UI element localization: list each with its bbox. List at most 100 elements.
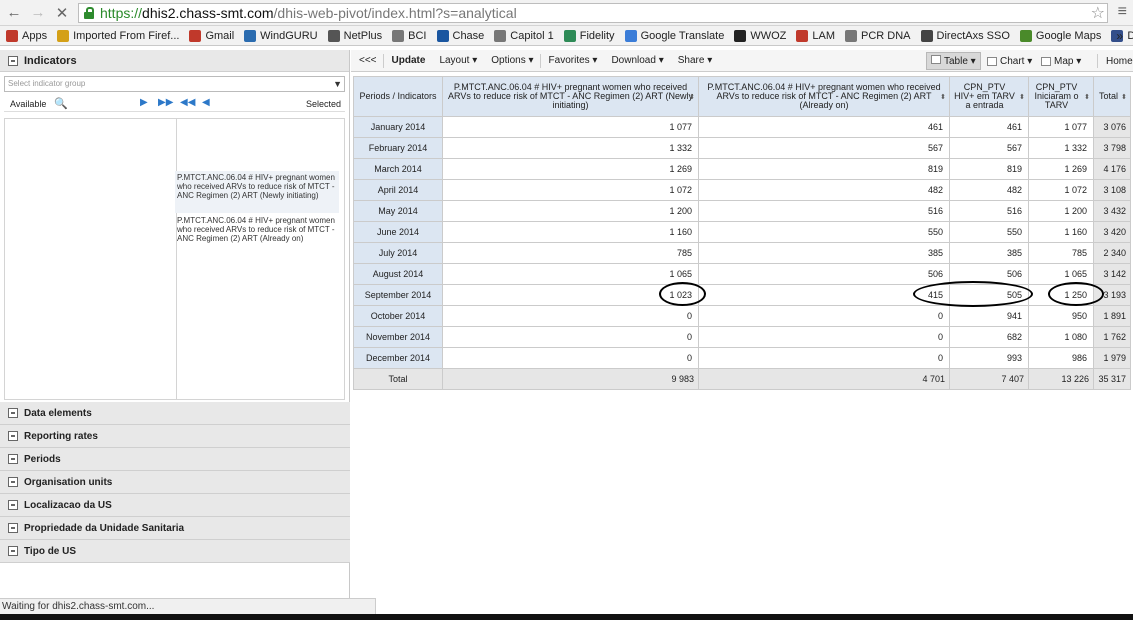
table-cell: 1 077: [442, 116, 699, 138]
section-label: Organisation units: [24, 476, 113, 488]
table-button[interactable]: Table ▾: [926, 52, 981, 70]
chart-button[interactable]: Chart ▾: [1000, 56, 1032, 67]
options-menu[interactable]: Options ▾: [491, 55, 533, 66]
bookmarks-bar: Apps Imported From Firef... Gmail WindGURU N…: [0, 26, 1133, 46]
table-cell: 1 269: [442, 158, 699, 180]
indicator-group-placeholder: Select indicator group: [8, 79, 86, 88]
dimension-section[interactable]: Localizacao da US: [0, 494, 350, 517]
address-bar[interactable]: https://dhis2.chass-smt.com/dhis-web-piv…: [78, 3, 1108, 23]
bookmark-item[interactable]: Google Translate: [624, 29, 724, 42]
bookmark-label: DirectAxs SSO: [936, 29, 1010, 42]
map-button[interactable]: Map ▾: [1054, 56, 1081, 67]
select-one-icon[interactable]: ▶: [140, 97, 148, 108]
row-header: August 2014: [353, 263, 443, 285]
url-host: dhis2.chass-smt.com: [142, 5, 274, 21]
table-cell: 3 798: [1093, 137, 1131, 159]
selected-item[interactable]: P.MTCT.ANC.06.04 # HIV+ pregnant women w…: [175, 171, 339, 213]
row-header: November 2014: [353, 326, 443, 348]
deselect-one-icon[interactable]: ◀: [202, 97, 210, 108]
sort-icon[interactable]: ⬍: [940, 93, 946, 102]
dimension-section[interactable]: Data elements: [0, 402, 350, 425]
favorites-menu[interactable]: Favorites ▾: [549, 55, 598, 66]
bookmark-label: WindGURU: [260, 29, 318, 42]
bookmark-item[interactable]: Chase: [436, 29, 484, 42]
browser-menu-icon[interactable]: ≡: [1118, 3, 1127, 21]
bookmark-item[interactable]: WWOZ: [734, 29, 786, 42]
table-cell: 941: [949, 305, 1029, 327]
table-cell: 3 076: [1093, 116, 1131, 138]
table-cell: 993: [949, 347, 1029, 369]
dimension-section[interactable]: Organisation units: [0, 471, 350, 494]
bookmark-item[interactable]: PCR DNA: [845, 29, 911, 42]
dimension-section[interactable]: Periods: [0, 448, 350, 471]
selected-item[interactable]: P.MTCT.ANC.06.04 # HIV+ pregnant women w…: [175, 214, 339, 254]
stop-icon[interactable]: ✕: [52, 3, 72, 23]
collapse-panel-button[interactable]: <<<: [359, 55, 377, 66]
table-cell: 385: [949, 242, 1029, 264]
total-cell: 35 317: [1093, 368, 1131, 390]
bookmark-icon: [327, 29, 340, 42]
more-bookmarks-button[interactable]: »: [1116, 29, 1123, 43]
column-header[interactable]: P.MTCT.ANC.06.04 # HIV+ pregnant women w…: [698, 76, 950, 117]
bookmark-label: Fidelity: [579, 29, 615, 42]
pivot-toolbar: <<< Update Layout ▾ Options ▾ Favorites …: [351, 50, 1133, 72]
bookmark-item[interactable]: Capitol 1: [494, 29, 554, 42]
bookmark-item[interactable]: BCI: [392, 29, 427, 42]
bookmark-item[interactable]: Imported From Firef...: [57, 29, 179, 42]
dimension-section[interactable]: Propriedade da Unidade Sanitaria: [0, 517, 350, 540]
table-cell: 1 200: [442, 200, 699, 222]
table-cell: 819: [949, 158, 1029, 180]
column-header[interactable]: CPN_PTV HIV+ em TARV a entrada ⬍: [949, 76, 1029, 117]
bookmark-item[interactable]: WindGURU: [244, 29, 318, 42]
table-row: August 2014 1 065 506 506 1 065 3 142: [353, 263, 1131, 285]
table-row: January 2014 1 077 461 461 1 077 3 076: [353, 116, 1131, 138]
bookmark-item[interactable]: LAM: [796, 29, 835, 42]
dimension-section[interactable]: Reporting rates: [0, 425, 350, 448]
lock-icon: [83, 7, 95, 19]
bookmark-item[interactable]: NetPlus: [327, 29, 382, 42]
row-header: March 2014: [353, 158, 443, 180]
indicator-group-select[interactable]: Select indicator group ▼: [4, 76, 345, 92]
expand-icon: [8, 523, 18, 533]
table-cell: 0: [442, 347, 699, 369]
bookmark-icon: [563, 29, 576, 42]
bookmark-item[interactable]: Google Maps: [1019, 29, 1102, 42]
column-header[interactable]: CPN_PTV Iniciaram o TARV ⬍: [1028, 76, 1094, 117]
table-cell: 785: [442, 242, 699, 264]
column-header[interactable]: Total ⬍: [1093, 76, 1131, 117]
left-panel: Indicators Select indicator group ▼ Avai…: [0, 50, 350, 598]
download-menu[interactable]: Download ▾: [611, 55, 663, 66]
deselect-all-icon[interactable]: ◀◀: [180, 97, 195, 108]
sort-icon[interactable]: ⬍: [1019, 93, 1025, 102]
table-cell: 0: [442, 326, 699, 348]
bookmark-item[interactable]: Gmail: [189, 29, 234, 42]
table-cell: 1 762: [1093, 326, 1131, 348]
share-menu[interactable]: Share ▾: [678, 55, 712, 66]
sort-icon[interactable]: ⬍: [1121, 93, 1127, 102]
sort-icon[interactable]: ⬍: [1084, 93, 1090, 102]
back-icon[interactable]: ←: [4, 3, 24, 23]
forward-icon[interactable]: →: [28, 3, 48, 23]
home-button[interactable]: Home: [1106, 56, 1133, 67]
table-cell: 567: [949, 137, 1029, 159]
update-button[interactable]: Update: [392, 55, 426, 66]
select-all-icon[interactable]: ▶▶: [158, 97, 173, 108]
column-header-label: P.MTCT.ANC.06.04 # HIV+ pregnant women w…: [707, 82, 941, 110]
bookmark-item[interactable]: Fidelity: [563, 29, 615, 42]
table-cell: 1 072: [1028, 179, 1094, 201]
column-header[interactable]: P.MTCT.ANC.06.04 # HIV+ pregnant women w…: [442, 76, 699, 117]
row-header: April 2014: [353, 179, 443, 201]
table-cell: 950: [1028, 305, 1094, 327]
bookmark-star-icon[interactable]: ☆: [1091, 3, 1105, 23]
bookmark-item[interactable]: Apps: [6, 29, 47, 42]
sort-icon[interactable]: ⬍: [689, 93, 695, 102]
table-icon: [931, 55, 941, 64]
table-cell: 3 108: [1093, 179, 1131, 201]
layout-menu[interactable]: Layout ▾: [439, 55, 477, 66]
bookmark-item[interactable]: DirectAxs SSO: [920, 29, 1010, 42]
dimension-section[interactable]: Tipo de US: [0, 540, 350, 563]
search-icon[interactable]: 🔍: [54, 97, 68, 110]
indicators-header[interactable]: Indicators: [0, 50, 349, 72]
table-cell: 550: [949, 221, 1029, 243]
bookmark-label: Google Maps: [1035, 29, 1102, 42]
